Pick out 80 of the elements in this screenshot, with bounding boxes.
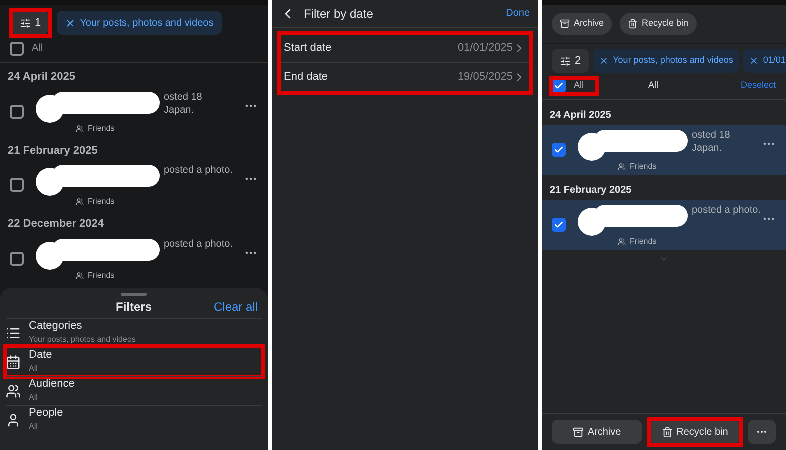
trash-icon [628,19,638,29]
categories-icon [6,326,21,340]
checkbox[interactable] [10,178,24,192]
post-row[interactable]: osted 18 Japan. Friends [542,125,786,175]
option-label: Date [29,349,52,362]
option-label: People [29,407,64,420]
audience-icon [6,384,21,398]
friends-icon [618,163,626,171]
filter-option[interactable]: Audience All [6,376,262,405]
action-button[interactable]: Recycle bin [650,420,740,444]
checkbox[interactable] [552,143,566,157]
pill-button[interactable]: Archive [552,13,612,35]
date-row[interactable]: Start date 01/01/2025 [280,34,530,63]
sheet-title: Filters [116,299,152,316]
checkbox[interactable] [10,252,24,266]
filter-chip[interactable]: Your posts, photos and videos [593,49,740,73]
friends-icon [618,238,626,246]
trash-icon [662,426,673,438]
deselect-link[interactable]: Deselect [740,79,776,93]
date-heading: 21 February 2025 [7,144,99,158]
close-icon [65,18,76,28]
close-icon [599,56,610,66]
date-heading: 24 April 2025 [549,109,612,123]
select-all-label: All [574,79,584,92]
post-text: osted 18 [164,90,202,104]
filter-chip[interactable]: Your posts, photos and videos [57,11,222,35]
option-value: All [29,363,39,375]
friends-icon [76,124,84,132]
check-icon [554,220,564,230]
option-label: Categories [29,320,84,333]
archive-icon [560,19,570,29]
filter-option[interactable]: Date All [6,347,262,376]
date-row[interactable]: End date 19/05/2025 [280,63,530,92]
friends-icon [76,272,84,280]
post-row[interactable]: posted a photo. Friends [0,234,268,284]
checkbox[interactable] [10,42,24,56]
post-text: Japan. [164,104,196,116]
date-icon [6,354,21,370]
option-label: Audience [29,378,75,391]
post-text: posted a photo. [692,204,761,217]
select-all-label: All [32,42,44,56]
audience-label: Friends [630,161,657,173]
people-icon [6,412,21,428]
filter-chip[interactable]: 01/01 [743,49,786,73]
option-value: Your posts, photos and videos [29,334,136,346]
post-row[interactable]: osted 18 Japan. Friends [0,86,268,136]
option-value: All [29,421,39,433]
archive-icon [572,426,584,438]
post-text: osted 18 [692,129,730,142]
post-row[interactable]: posted a photo. Friends [0,160,268,210]
filter-option[interactable]: Categories Your posts, photos and videos [6,318,262,347]
sliders-icon [560,56,571,66]
selection-label: All [647,79,660,92]
action-button[interactable]: Archive [552,420,642,444]
friends-icon [76,198,84,206]
audience-label: Friends [88,122,115,134]
clear-all-link[interactable]: Clear all [214,298,258,316]
date-heading: 21 February 2025 [549,184,633,198]
checkbox[interactable] [552,218,566,232]
close-icon [749,56,760,66]
post-text: posted a photo. [164,164,233,177]
filter-option[interactable]: People All [6,405,262,434]
sliders-icon [20,18,31,28]
filter-button[interactable]: 2 [552,49,590,73]
checkbox[interactable] [10,104,24,118]
done-button[interactable]: Done [506,6,530,21]
audience-label: Friends [88,270,115,282]
option-value: All [29,392,39,404]
audience-label: Friends [630,236,657,248]
post-text: posted a photo. [164,238,233,250]
check-icon [554,81,564,91]
post-row[interactable]: posted a photo. Friends [542,200,786,250]
pill-button[interactable]: Recycle bin [620,13,697,35]
date-heading: 24 April 2025 [7,70,76,85]
drag-handle[interactable] [121,293,147,296]
screen-title: Filter by date [304,6,374,22]
audience-label: Friends [88,196,115,208]
check-icon [554,145,564,155]
date-heading: 22 December 2024 [7,217,106,232]
post-text: Japan. [692,142,724,155]
